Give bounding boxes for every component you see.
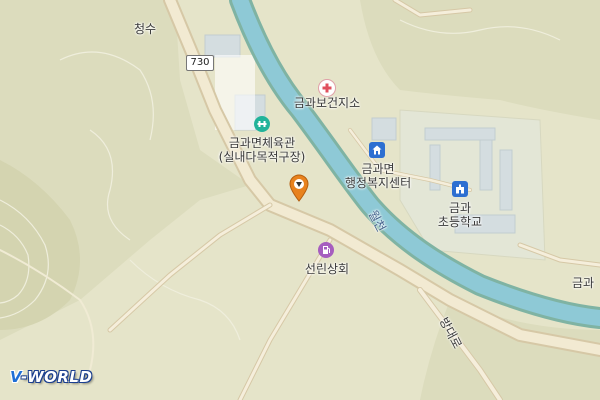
gas-station-icon[interactable] bbox=[318, 242, 334, 258]
government-office-icon[interactable] bbox=[369, 142, 385, 158]
sports-icon[interactable] bbox=[254, 116, 270, 132]
map-canvas[interactable]: 청수 730 금과보건지소 금과면체육관 (실내다목적구장) 금과면 행정복지센… bbox=[0, 0, 600, 400]
gym-building-north bbox=[204, 34, 241, 58]
edge-place-label: 금과 bbox=[572, 276, 595, 290]
school-icon[interactable] bbox=[452, 181, 468, 197]
school-label-line1[interactable]: 금과 bbox=[449, 201, 471, 215]
route-shield: 730 bbox=[186, 55, 214, 71]
admin-label-line1[interactable]: 금과면 bbox=[361, 162, 394, 176]
gym-label-line1[interactable]: 금과면체육관 bbox=[229, 136, 295, 150]
location-pin-icon[interactable] bbox=[288, 174, 310, 202]
admin-label-line2[interactable]: 행정복지센터 bbox=[345, 176, 411, 190]
health-center-label[interactable]: 금과보건지소 bbox=[294, 96, 360, 110]
medical-cross-icon[interactable] bbox=[318, 79, 336, 97]
school-label-line2[interactable]: 초등학교 bbox=[438, 215, 482, 229]
village-label: 청수 bbox=[134, 22, 157, 36]
gym-label-line2[interactable]: (실내다목적구장) bbox=[219, 150, 306, 164]
vworld-logo: V-WORLD bbox=[10, 368, 93, 386]
store-label[interactable]: 선린상회 bbox=[305, 262, 349, 276]
